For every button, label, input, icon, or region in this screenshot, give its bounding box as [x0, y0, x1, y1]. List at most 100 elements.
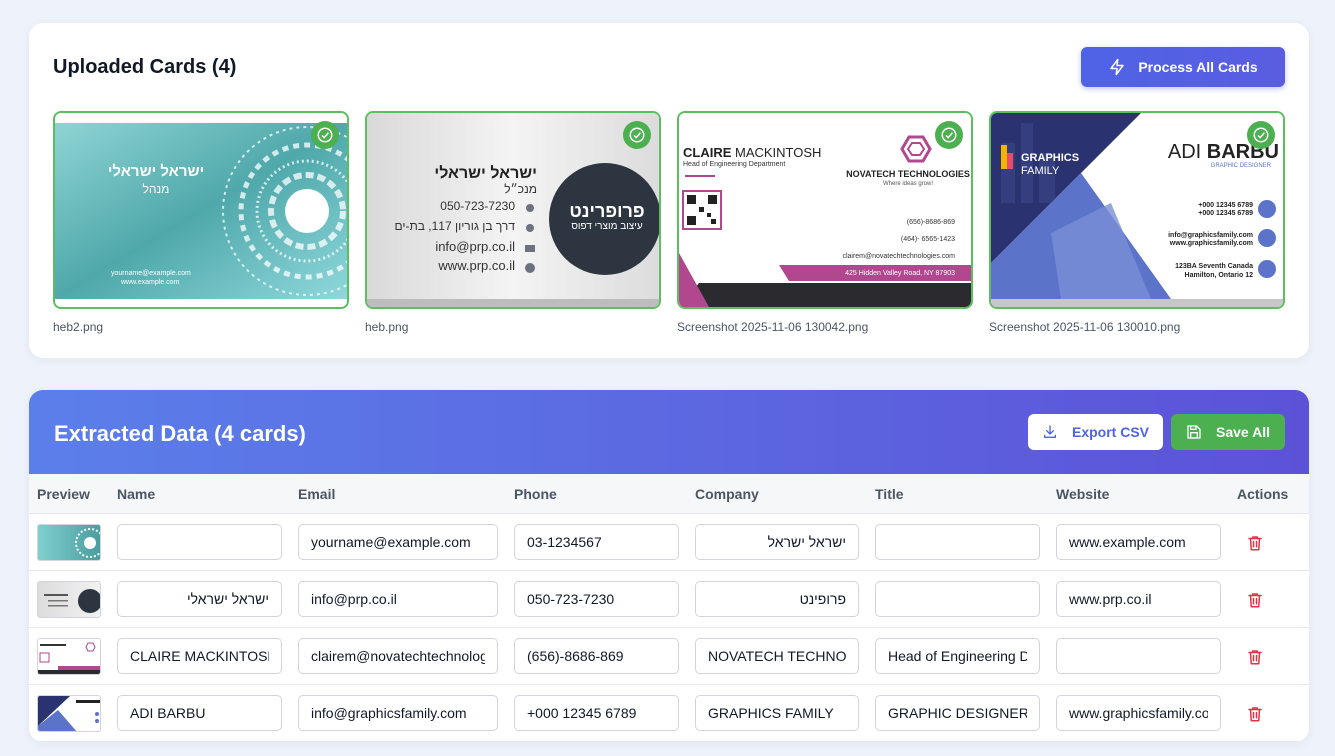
- check-circle-icon: [623, 121, 651, 149]
- row-preview-thumbnail[interactable]: [37, 695, 101, 732]
- table-row: [29, 628, 1309, 685]
- card-4-address-2: Hamilton, Ontario 12: [1184, 272, 1253, 279]
- check-circle-icon: [311, 121, 339, 149]
- check-circle-icon: [1247, 121, 1275, 149]
- card-4-name-first: ADI: [1167, 141, 1207, 163]
- title-field[interactable]: [875, 524, 1040, 560]
- phone-field[interactable]: [514, 638, 679, 674]
- card-4-address-1: 123BA Seventh Canada: [1175, 263, 1253, 270]
- name-field[interactable]: [117, 581, 282, 617]
- title-field[interactable]: [875, 695, 1040, 731]
- row-preview-thumbnail[interactable]: [37, 581, 101, 618]
- card-1-name: ישראל ישראלי: [107, 163, 205, 180]
- card-4-website: www.graphicsfamily.com: [1169, 240, 1253, 247]
- card-4-phone-1: +000 12345 6789: [1198, 202, 1253, 209]
- table-row: [29, 571, 1309, 628]
- phone-field[interactable]: [514, 695, 679, 731]
- column-header-email: Email: [298, 486, 336, 502]
- email-field[interactable]: [298, 581, 498, 617]
- company-field[interactable]: [695, 581, 859, 617]
- website-field[interactable]: [1056, 581, 1221, 617]
- card-3-tagline: Where ideas grow!: [882, 181, 934, 187]
- card-image-3: [679, 113, 971, 307]
- card-4-phone-2: +000 12345 6789: [1198, 210, 1253, 217]
- extracted-data-panel: Extracted Data (4 cards) Export CSV Save…: [29, 390, 1309, 742]
- card-3-role: Head of Engineering Department: [683, 161, 786, 168]
- card-3-phone-2: (464)- 6565-1423: [900, 236, 955, 243]
- card-3-address: 425 Hidden Valley Road, NY 87903: [845, 270, 955, 277]
- card-1-role: מנהל: [142, 182, 170, 196]
- card-thumbnail-2[interactable]: פרופרינט עיצוב מוצרי דפוס ישראל ישראלי מ…: [365, 111, 661, 309]
- column-header-actions: Actions: [1237, 486, 1289, 502]
- card-1-filename: heb2.png: [53, 320, 104, 334]
- export-csv-button[interactable]: Export CSV: [1028, 414, 1163, 450]
- company-field[interactable]: [695, 524, 859, 560]
- card-2-email: info@prp.co.il: [435, 239, 515, 254]
- company-field[interactable]: [695, 638, 859, 674]
- card-3-phone-1: (656)-8686-869: [906, 219, 955, 226]
- process-all-cards-label: Process All Cards: [1138, 59, 1258, 75]
- card-2-phone: 050-723-7230: [440, 199, 515, 213]
- trash-icon[interactable]: [1246, 534, 1264, 552]
- lightning-icon: [1110, 58, 1125, 76]
- card-3-name: CLAIRE MACKINTOSH: [683, 145, 821, 160]
- card-2-name: ישראל ישראלי: [434, 165, 537, 182]
- table-header: Preview Name Email Phone Company Title W…: [29, 474, 1309, 514]
- name-field[interactable]: [117, 695, 282, 731]
- card-thumbnail-4[interactable]: GRAPHICS FAMILY ADI BARBU GRAPHIC DESIGN…: [989, 111, 1285, 309]
- phone-field[interactable]: [514, 524, 679, 560]
- company-field[interactable]: [695, 695, 859, 731]
- process-all-cards-button[interactable]: Process All Cards: [1081, 47, 1285, 87]
- extracted-data-header: Extracted Data (4 cards) Export CSV Save…: [29, 390, 1309, 474]
- card-3-filename: Screenshot 2025-11-06 130042.png: [677, 320, 869, 334]
- card-1-website: www.example.com: [121, 279, 180, 286]
- row-preview-thumbnail[interactable]: [37, 638, 101, 675]
- card-thumbnail-3[interactable]: CLAIRE MACKINTOSH Head of Engineering De…: [677, 111, 973, 309]
- card-2-address: דרך בן גוריון 117, בת-ים: [394, 219, 515, 233]
- title-field[interactable]: [875, 638, 1040, 674]
- email-field[interactable]: [298, 638, 498, 674]
- contact-icons: [525, 204, 535, 273]
- email-field[interactable]: [298, 524, 498, 560]
- phone-field[interactable]: [514, 581, 679, 617]
- card-3-company: NOVATECH TECHNOLOGIES: [846, 169, 970, 179]
- email-field[interactable]: [298, 695, 498, 731]
- website-field[interactable]: [1056, 638, 1221, 674]
- column-header-phone: Phone: [514, 486, 557, 502]
- save-all-button[interactable]: Save All: [1171, 414, 1285, 450]
- check-circle-icon: [935, 121, 963, 149]
- name-field[interactable]: [117, 524, 282, 560]
- trash-icon[interactable]: [1246, 648, 1264, 666]
- column-header-company: Company: [695, 486, 759, 502]
- extracted-data-title: Extracted Data (4 cards): [54, 421, 306, 446]
- website-field[interactable]: [1056, 524, 1221, 560]
- card-3-name-first: CLAIRE: [683, 145, 732, 160]
- table-row: [29, 514, 1309, 571]
- card-2-logo-text: פרופרינט: [569, 201, 645, 221]
- card-2-filename: heb.png: [365, 320, 409, 334]
- row-preview-image: [38, 642, 100, 674]
- trash-icon[interactable]: [1246, 705, 1264, 723]
- card-2-role: מנכ״ל: [504, 182, 537, 196]
- row-preview-image: [44, 589, 100, 613]
- card-image-1: [55, 123, 347, 299]
- column-header-name: Name: [117, 486, 156, 502]
- title-field[interactable]: [875, 581, 1040, 617]
- card-2-website: www.prp.co.il: [438, 258, 515, 273]
- card-thumbnail-1[interactable]: ישראל ישראלי מנהל yourname@example.com w…: [53, 111, 349, 309]
- floppy-disk-icon: [1187, 425, 1201, 439]
- name-field[interactable]: [117, 638, 282, 674]
- column-header-website: Website: [1056, 486, 1110, 502]
- row-preview-image: [75, 528, 100, 558]
- save-all-label: Save All: [1216, 424, 1270, 440]
- card-4-company: GRAPHICS: [1021, 152, 1080, 164]
- column-header-preview: Preview: [37, 486, 90, 502]
- row-preview-thumbnail[interactable]: [37, 524, 101, 561]
- trash-icon[interactable]: [1246, 591, 1264, 609]
- website-field[interactable]: [1056, 695, 1221, 731]
- uploaded-cards-panel: Uploaded Cards (4) Process All Cards ישר…: [29, 23, 1309, 358]
- card-4-role: GRAPHIC DESIGNER: [1210, 163, 1271, 169]
- card-2-logo-subtitle: עיצוב מוצרי דפוס: [571, 221, 643, 232]
- row-preview-image: [38, 696, 100, 731]
- export-csv-label: Export CSV: [1071, 424, 1149, 440]
